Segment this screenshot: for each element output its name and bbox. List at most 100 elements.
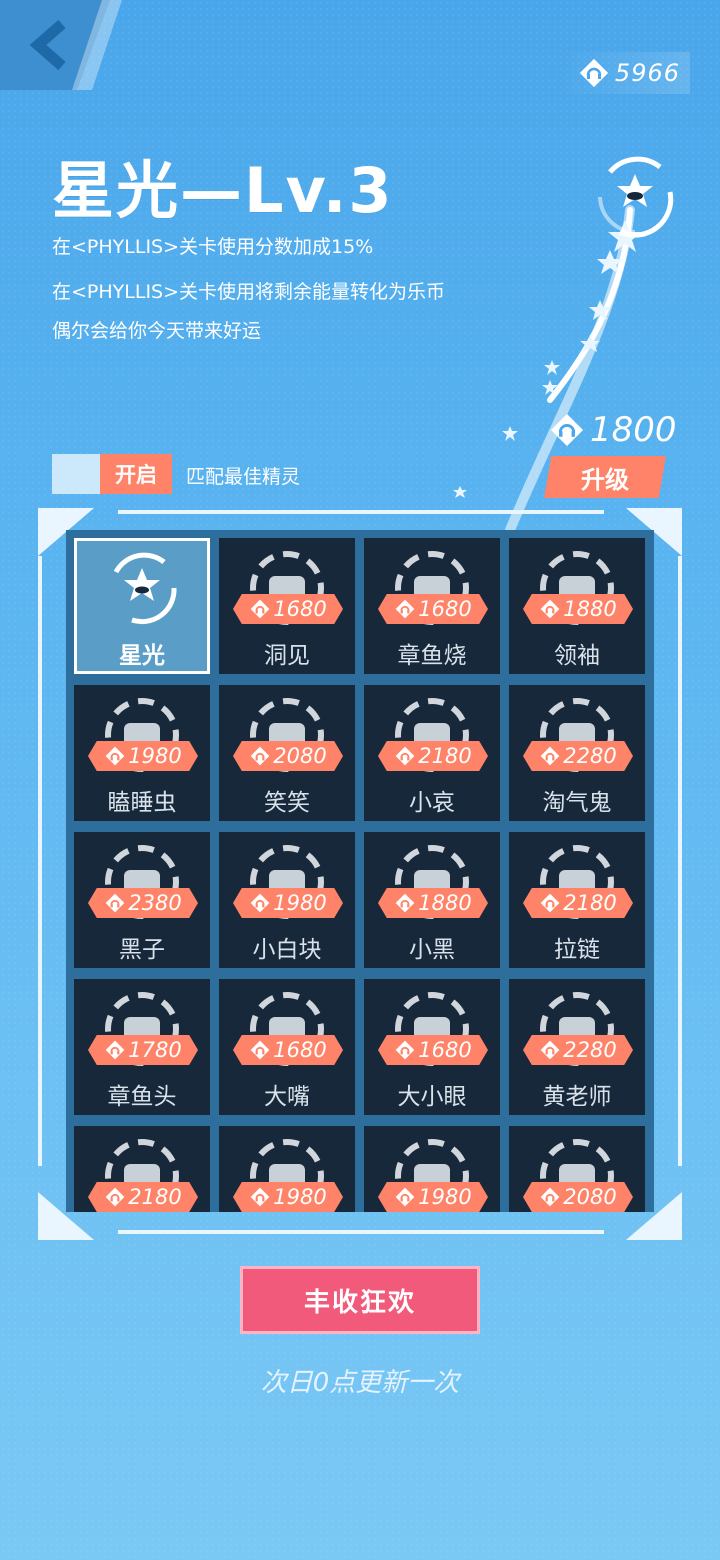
spirit-price: 2180 bbox=[128, 1185, 182, 1209]
spirit-card[interactable]: 1680 大嘴 bbox=[219, 979, 355, 1115]
spirit-name: 大小眼 bbox=[397, 1084, 467, 1110]
spirit-price-tag: 2180 bbox=[88, 1182, 198, 1212]
spirit-grid-container[interactable]: 星光 1680 洞见 1680 章鱼烧 1880 领袖 1980 瞌睡虫 2080 笑笑 2180 小哀… bbox=[66, 530, 654, 1212]
refresh-note: 次日0点更新一次 bbox=[260, 1368, 460, 1398]
spirit-price-tag: 1980 bbox=[233, 888, 343, 918]
harvest-festival-button[interactable]: 丰收狂欢 bbox=[240, 1266, 480, 1334]
spirit-price-tag: 1680 bbox=[233, 1035, 343, 1065]
headphone-coin-icon bbox=[395, 893, 415, 913]
spirit-card[interactable]: 2180 bbox=[74, 1126, 210, 1212]
spirit-price: 1880 bbox=[563, 597, 617, 621]
spirit-card[interactable]: 2080 bbox=[509, 1126, 645, 1212]
spirit-price-tag: 2080 bbox=[523, 1182, 633, 1212]
spirit-price: 2180 bbox=[563, 891, 617, 915]
spirit-title: 星光—Lv.3 bbox=[52, 154, 394, 227]
headphone-coin-icon bbox=[250, 893, 270, 913]
upgrade-button[interactable]: 升级 bbox=[544, 456, 666, 498]
spirit-price-tag: 1980 bbox=[88, 741, 198, 771]
frame-right-line bbox=[678, 556, 682, 1166]
spirit-price-tag: 1680 bbox=[378, 1035, 488, 1065]
spirit-price: 1680 bbox=[273, 597, 327, 621]
spirit-card[interactable]: 2380 黑子 bbox=[74, 832, 210, 968]
headphone-coin-icon bbox=[105, 893, 125, 913]
headphone-coin-icon bbox=[395, 599, 415, 619]
headphone-coin-icon bbox=[579, 58, 609, 88]
spirit-name: 章鱼烧 bbox=[397, 643, 467, 669]
spirit-price: 2280 bbox=[563, 1038, 617, 1062]
spirit-card[interactable]: 1780 章鱼头 bbox=[74, 979, 210, 1115]
spirit-description-3: 偶尔会给你今天带来好运 bbox=[52, 320, 262, 342]
frame-top-line bbox=[118, 510, 604, 514]
upgrade-cost-amount: 1800 bbox=[590, 410, 677, 450]
spirit-card[interactable]: 1680 大小眼 bbox=[364, 979, 500, 1115]
toggle-track bbox=[52, 454, 100, 494]
spirit-name: 洞见 bbox=[264, 643, 310, 669]
toggle-knob: 开启 bbox=[100, 454, 172, 494]
spirit-card[interactable]: 1980 瞌睡虫 bbox=[74, 685, 210, 821]
harvest-button-label: 丰收狂欢 bbox=[303, 1287, 416, 1318]
headphone-coin-icon bbox=[105, 746, 125, 766]
spirit-card[interactable]: 1680 章鱼烧 bbox=[364, 538, 500, 674]
spirit-card[interactable]: 2280 黄老师 bbox=[509, 979, 645, 1115]
spirit-price-tag: 2280 bbox=[523, 1035, 633, 1065]
spirit-price-tag: 1780 bbox=[88, 1035, 198, 1065]
star-spirit-icon bbox=[113, 552, 177, 625]
spirit-card[interactable]: 2080 笑笑 bbox=[219, 685, 355, 821]
auto-match-toggle[interactable]: 开启 bbox=[52, 454, 172, 494]
spirit-price-tag: 2080 bbox=[233, 741, 343, 771]
spirit-card[interactable]: 1880 领袖 bbox=[509, 538, 645, 674]
spirit-card[interactable]: 2180 拉链 bbox=[509, 832, 645, 968]
spirit-price: 2180 bbox=[418, 744, 472, 768]
spirit-description-1: 在<PHYLLIS>关卡使用分数加成15% bbox=[52, 236, 374, 258]
headphone-coin-icon bbox=[540, 599, 560, 619]
spirit-price-tag: 1980 bbox=[233, 1182, 343, 1212]
spirit-price-tag: 1680 bbox=[233, 594, 343, 624]
headphone-coin-icon bbox=[540, 893, 560, 913]
spirit-description-2: 在<PHYLLIS>关卡使用将剩余能量转化为乐币 bbox=[52, 281, 446, 303]
spirit-card[interactable]: 1980 bbox=[219, 1126, 355, 1212]
spirit-card[interactable]: 星光 bbox=[74, 538, 210, 674]
spirit-price: 1980 bbox=[418, 1185, 472, 1209]
spirit-price-tag: 1680 bbox=[378, 594, 488, 624]
spirit-name: 笑笑 bbox=[264, 790, 310, 816]
spirit-name: 星光 bbox=[119, 643, 165, 669]
headphone-coin-icon bbox=[105, 1187, 125, 1207]
spirit-name: 拉链 bbox=[554, 937, 600, 963]
spirit-price-tag: 2180 bbox=[378, 741, 488, 771]
spirit-price-tag: 2380 bbox=[88, 888, 198, 918]
headphone-coin-icon bbox=[540, 1040, 560, 1060]
spirit-name: 小白块 bbox=[252, 937, 322, 963]
headphone-coin-icon bbox=[395, 1040, 415, 1060]
toggle-label: 开启 bbox=[115, 463, 157, 487]
spirit-card[interactable]: 1980 小白块 bbox=[219, 832, 355, 968]
spirit-price: 1980 bbox=[273, 1185, 327, 1209]
spirit-card[interactable]: 2180 小哀 bbox=[364, 685, 500, 821]
headphone-coin-icon bbox=[550, 413, 584, 447]
spirit-name: 领袖 bbox=[554, 643, 600, 669]
spirit-price: 1680 bbox=[418, 1038, 472, 1062]
spirit-card[interactable]: 2280 淘气鬼 bbox=[509, 685, 645, 821]
spirit-price: 1780 bbox=[128, 1038, 182, 1062]
headphone-coin-icon bbox=[105, 1040, 125, 1060]
currency-display: 5966 bbox=[558, 52, 690, 94]
spirit-price-tag: 2280 bbox=[523, 741, 633, 771]
spirit-price-tag: 1880 bbox=[378, 888, 488, 918]
upgrade-button-label: 升级 bbox=[581, 465, 629, 494]
headphone-coin-icon bbox=[250, 599, 270, 619]
spirit-card[interactable]: 1980 bbox=[364, 1126, 500, 1212]
back-arrow-icon[interactable] bbox=[24, 18, 78, 72]
spirit-name: 淘气鬼 bbox=[542, 790, 612, 816]
upgrade-cost: 1800 bbox=[550, 410, 677, 450]
spirit-card[interactable]: 1880 小黑 bbox=[364, 832, 500, 968]
spirit-name: 瞌睡虫 bbox=[107, 790, 177, 816]
spirit-price: 2080 bbox=[273, 744, 327, 768]
spirit-price-tag: 1880 bbox=[523, 594, 633, 624]
currency-amount: 5966 bbox=[614, 59, 680, 87]
spirit-card[interactable]: 1680 洞见 bbox=[219, 538, 355, 674]
spirit-name: 黄老师 bbox=[542, 1084, 612, 1110]
spirit-grid: 星光 1680 洞见 1680 章鱼烧 1880 领袖 1980 瞌睡虫 2080 笑笑 2180 小哀… bbox=[74, 538, 645, 1212]
headphone-coin-icon bbox=[250, 1187, 270, 1207]
spirit-price: 1880 bbox=[418, 891, 472, 915]
spirit-price: 1680 bbox=[418, 597, 472, 621]
spirit-price: 1980 bbox=[128, 744, 182, 768]
